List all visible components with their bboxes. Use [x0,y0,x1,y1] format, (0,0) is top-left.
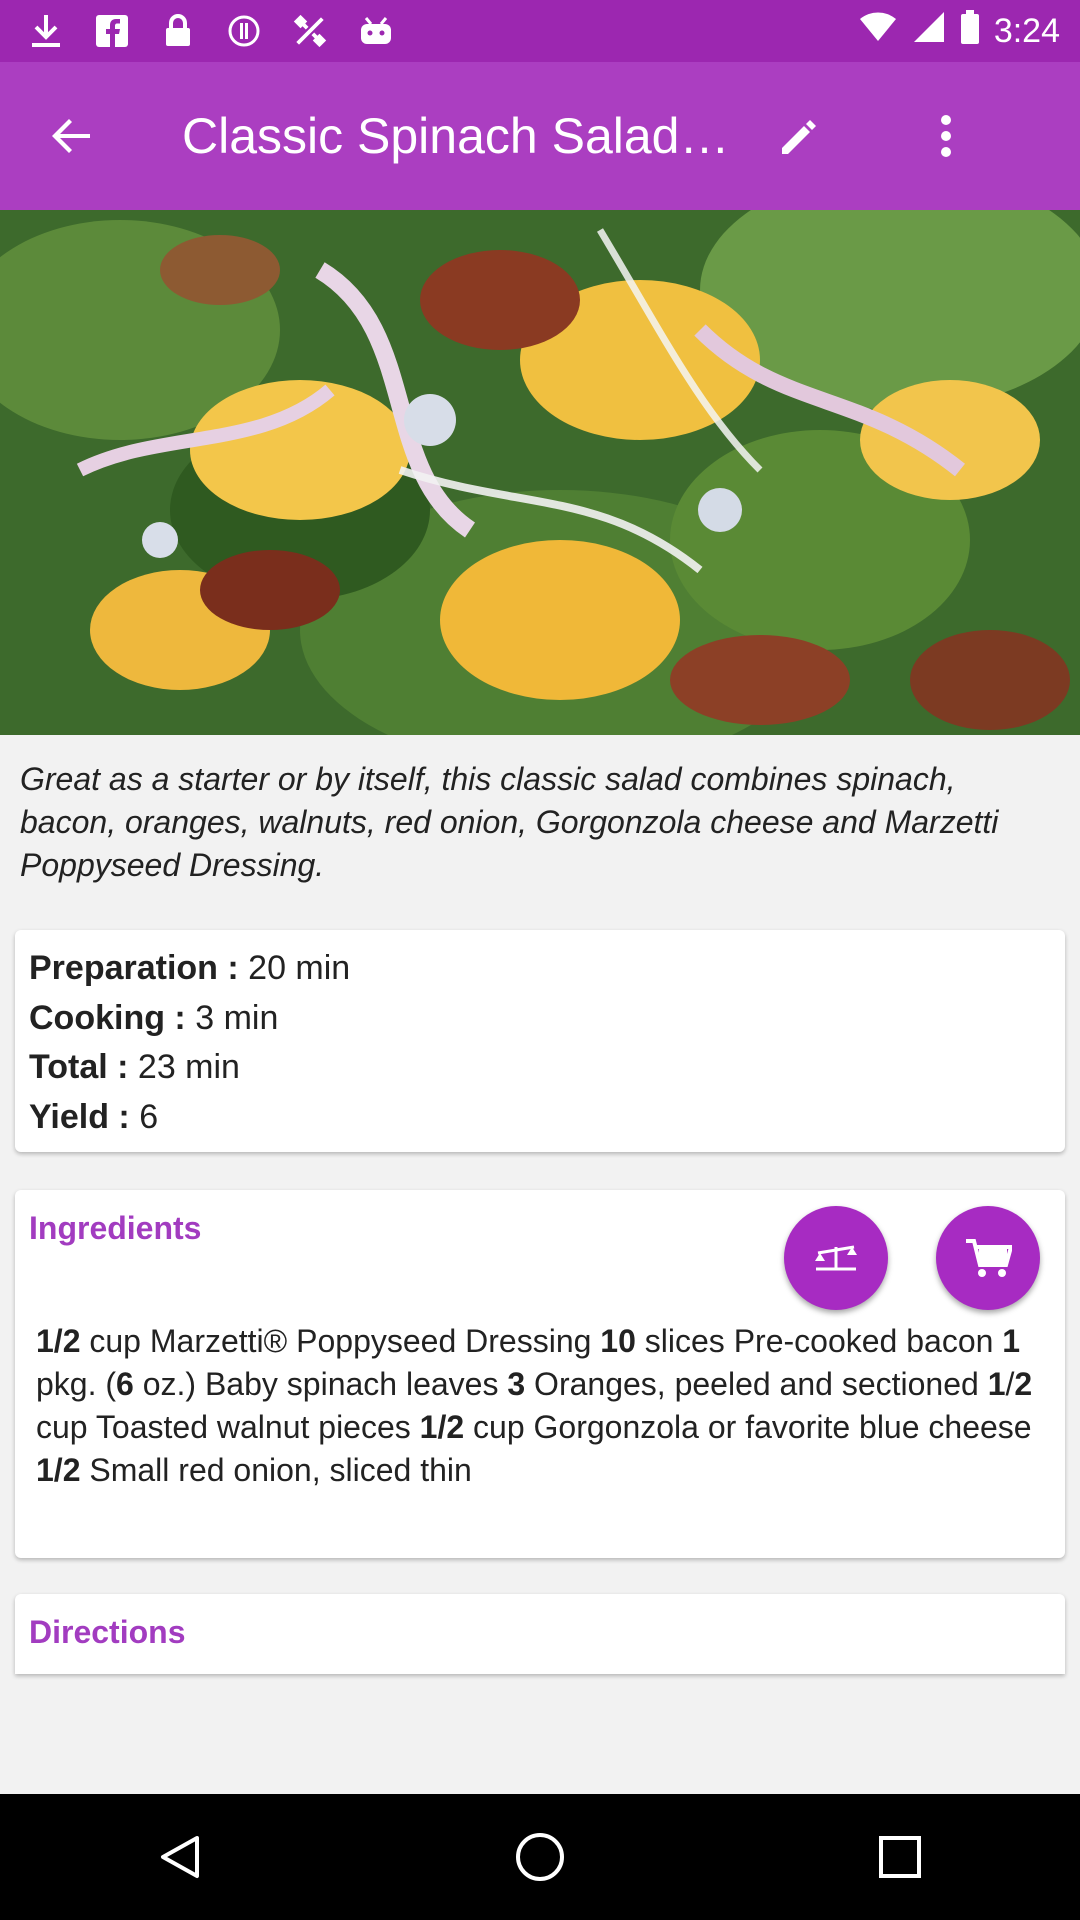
timing-value: 6 [129,1097,159,1136]
more-options-button[interactable] [898,88,994,184]
timing-row: Total : 23 min [29,1043,1065,1093]
ingredients-list-text: 1/2 cup Marzetti® Poppyseed Dressing 10 … [36,1320,1036,1492]
timing-value: 3 min [185,998,279,1037]
fake-gps-icon [292,13,328,49]
timing-row: Cooking : 3 min [29,994,1065,1044]
lock-icon [160,13,196,49]
ingredient-text: oz.) Baby spinach leaves [133,1366,508,1402]
nav-home-button[interactable] [480,1797,600,1917]
timing-label: Total : [29,1048,129,1086]
ingredient-text: cup Gorgonzola or favorite blue cheese [464,1409,1032,1445]
pencil-icon [782,120,816,154]
timing-value: 23 min [128,1048,240,1086]
shopping-cart-button[interactable] [936,1206,1040,1310]
page-title: Classic Spinach Salad… [182,108,730,164]
timing-card: Preparation : 20 min Cooking : 3 min Total… [15,930,1065,1152]
timing-list: Preparation : 20 min Cooking : 3 min Total… [15,930,1065,1142]
recipe-description: Great as a starter or by itself, this cl… [20,761,999,883]
timing-value: 20 min [238,949,351,987]
app-toolbar: Classic Spinach Salad… [0,62,1080,210]
ingredient-quantity: 1/2 [36,1323,81,1359]
arrow-back-icon [52,119,90,153]
alert-icon [226,13,262,49]
ingredient-quantity: 6 [116,1366,134,1402]
scale-button[interactable] [784,1206,888,1310]
timing-row: Yield : 6 [29,1093,1065,1143]
ingredient-text: cup Toasted walnut pieces [36,1409,420,1445]
signal-icon [912,10,946,53]
status-bar: 3:24 [0,0,1080,62]
timing-row: Preparation : 20 min [29,944,1065,994]
timing-label: Cooking : [29,998,186,1037]
directions-title: Directions [29,1614,186,1650]
cart-icon [966,1239,1012,1277]
timing-label: Preparation : [29,949,239,987]
system-nav-bar [0,1794,1080,1920]
nav-back-button[interactable] [120,1797,240,1917]
download-icon [28,13,64,49]
ingredient-quantity: 10 [600,1323,636,1359]
wifi-icon [858,11,898,52]
timing-label: Yield : [29,1097,130,1136]
more-vert-icon [941,115,951,157]
ingredient-quantity: 2 [1014,1366,1033,1402]
ingredient-text: slices Pre-cooked bacon [635,1323,1003,1359]
android-icon [358,13,394,49]
nav-recents-icon [879,1836,921,1878]
edit-button[interactable] [752,88,848,184]
ingredient-text: Oranges, peeled and sectioned [525,1366,988,1402]
ingredients-card: Ingredients 1/2 cup Marzetti® Poppyseed … [15,1190,1065,1558]
ingredient-quantity: 1 [987,1366,1006,1402]
nav-recents-button[interactable] [840,1797,960,1917]
nav-home-icon [516,1833,564,1881]
status-time: 3:24 [993,11,1060,50]
ingredient-quantity: 1/2 [419,1409,465,1445]
ingredient-text: pkg. ( [36,1366,117,1402]
facebook-icon [94,13,130,49]
ingredient-quantity: 1 [1002,1323,1021,1359]
back-button[interactable] [24,88,120,184]
ingredients-title: Ingredients [29,1210,202,1246]
directions-card: Directions [15,1594,1065,1674]
ingredient-text: Small red onion, sliced thin [80,1452,472,1488]
battery-icon [960,9,980,53]
recipe-photo [0,210,1080,735]
ingredient-text: cup Marzetti® Poppyseed Dressing [80,1323,601,1359]
nav-back-icon [161,1836,199,1878]
ingredient-quantity: 3 [507,1366,526,1402]
ingredient-quantity: 1/2 [36,1452,81,1488]
scale-icon [815,1245,857,1271]
